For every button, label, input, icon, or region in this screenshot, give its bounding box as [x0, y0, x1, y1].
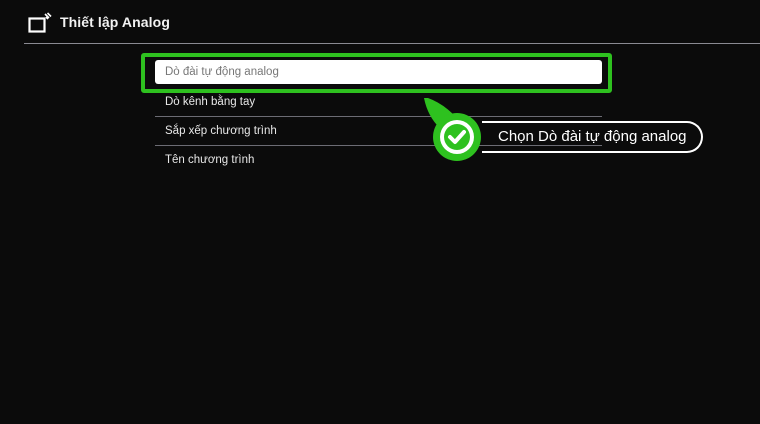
menu-item-label: Dò kênh bằng tay — [165, 96, 256, 108]
menu-item-label: Sắp xếp chương trình — [165, 125, 277, 137]
page-title: Thiết lập Analog — [60, 14, 170, 30]
callout-instruction: Chọn Dò đài tự động analog — [482, 121, 703, 153]
tv-antenna-icon — [28, 12, 52, 33]
tv-settings-screen: Thiết lập Analog Dò đài tự động analog D… — [0, 0, 760, 424]
selection-highlight — [141, 53, 612, 93]
checkmark-icon — [433, 113, 481, 161]
header-divider — [24, 43, 760, 44]
menu-item-label: Tên chương trình — [165, 154, 255, 166]
header: Thiết lập Analog — [0, 0, 760, 44]
